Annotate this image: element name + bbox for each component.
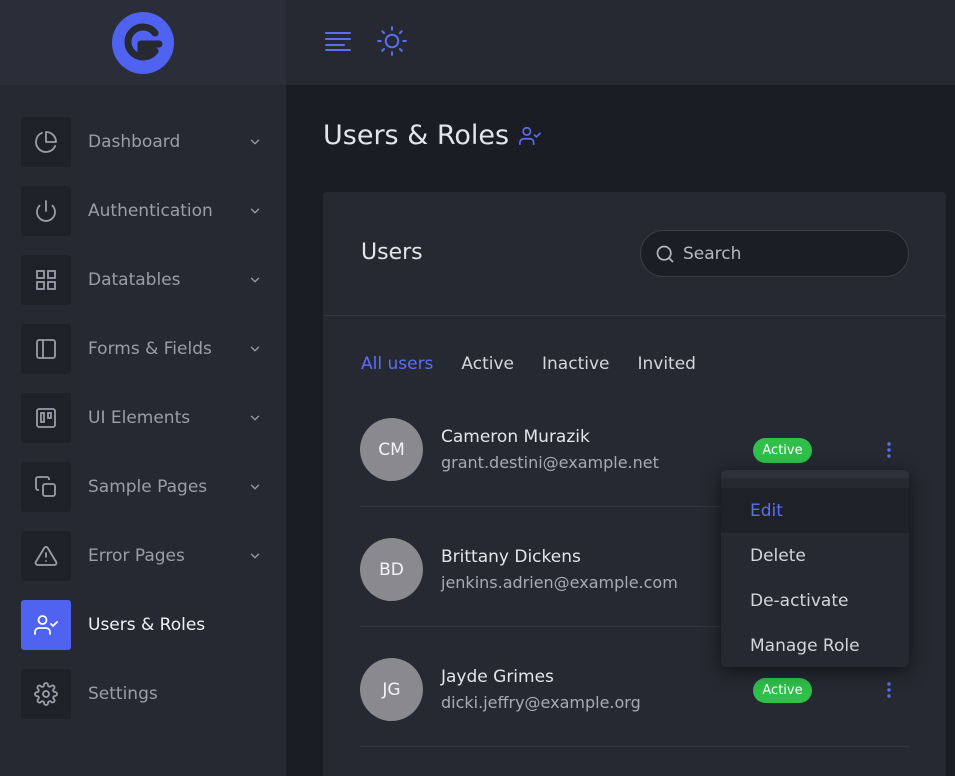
topbar — [286, 0, 955, 85]
tab-inactive[interactable]: Inactive — [542, 354, 609, 374]
sidebar-item-label: Authentication — [88, 200, 213, 221]
sidebar-item-error-pages[interactable]: Error Pages — [0, 521, 286, 590]
sidebar-item-label: Forms & Fields — [88, 338, 212, 359]
sidebar-item-settings[interactable]: Settings — [0, 659, 286, 728]
sidebar-item-label: UI Elements — [88, 407, 191, 428]
sidebar-item-label: Dashboard — [88, 131, 181, 152]
brand-logo[interactable] — [111, 11, 175, 75]
sidebar-layout-icon — [21, 323, 71, 374]
user-name: Brittany Dickens — [441, 547, 581, 567]
avatar: CM — [360, 418, 423, 481]
status-badge: Active — [753, 678, 812, 703]
menu-item-manage-role[interactable]: Manage Role — [721, 623, 909, 668]
search-input[interactable] — [683, 243, 883, 264]
user-check-icon — [21, 599, 71, 650]
card-title: Users — [361, 240, 423, 265]
sidebar-item-dashboard[interactable]: Dashboard — [0, 107, 286, 176]
menu-item-delete[interactable]: Delete — [721, 533, 909, 578]
row-action-menu: Edit Delete De-activate Manage Role — [721, 470, 909, 667]
chevron-down-icon — [248, 135, 262, 149]
tab-invited[interactable]: Invited — [637, 354, 696, 374]
search-box[interactable] — [640, 230, 909, 277]
sidebar-item-datatables[interactable]: Datatables — [0, 245, 286, 314]
sidebar-item-users-roles[interactable]: Users & Roles — [0, 590, 286, 659]
sidebar-item-label: Settings — [88, 683, 158, 704]
copy-icon — [21, 461, 71, 512]
sidebar: Dashboard Authentication Datatables Form… — [0, 0, 286, 776]
alert-triangle-icon — [21, 530, 71, 581]
user-check-icon — [519, 126, 541, 145]
sidebar-item-ui-elements[interactable]: UI Elements — [0, 383, 286, 452]
sidebar-nav: Dashboard Authentication Datatables Form… — [0, 85, 286, 728]
menu-item-deactivate[interactable]: De-activate — [721, 578, 909, 623]
menu-lines-icon[interactable] — [321, 24, 355, 58]
user-email: grant.destini@example.net — [441, 453, 659, 472]
sidebar-item-label: Sample Pages — [88, 476, 208, 497]
sidebar-item-label: Error Pages — [88, 545, 185, 566]
sun-icon[interactable] — [375, 24, 409, 58]
page-title-text: Users & Roles — [323, 120, 510, 151]
sidebar-item-forms-fields[interactable]: Forms & Fields — [0, 314, 286, 383]
more-vertical-icon[interactable] — [880, 437, 898, 463]
avatar: BD — [360, 538, 423, 601]
sidebar-item-label: Users & Roles — [88, 614, 206, 635]
sidebar-item-label: Datatables — [88, 269, 181, 290]
user-email: jenkins.adrien@example.com — [441, 573, 678, 592]
tab-all-users[interactable]: All users — [361, 354, 433, 374]
avatar: JG — [360, 658, 423, 721]
chevron-down-icon — [248, 204, 262, 218]
chevron-down-icon — [248, 549, 262, 563]
power-icon — [21, 185, 71, 236]
chevron-down-icon — [248, 411, 262, 425]
gear-icon — [21, 668, 71, 719]
status-badge: Active — [753, 438, 812, 463]
user-email: dicki.jeffry@example.org — [441, 693, 641, 712]
more-vertical-icon[interactable] — [880, 677, 898, 703]
logo-area — [0, 0, 286, 85]
page-title: Users & Roles — [323, 120, 541, 151]
user-filter-tabs: All users Active Inactive Invited — [361, 354, 696, 374]
chevron-down-icon — [248, 273, 262, 287]
grid-icon — [21, 254, 71, 305]
search-icon — [656, 245, 674, 262]
card-header: Users — [323, 192, 946, 316]
pie-chart-icon — [21, 116, 71, 167]
chevron-down-icon — [248, 480, 262, 494]
sidebar-item-sample-pages[interactable]: Sample Pages — [0, 452, 286, 521]
tab-active[interactable]: Active — [461, 354, 514, 374]
sidebar-item-authentication[interactable]: Authentication — [0, 176, 286, 245]
user-name: Jayde Grimes — [441, 667, 554, 687]
user-name: Cameron Murazik — [441, 427, 590, 447]
menu-item-edit[interactable]: Edit — [721, 488, 909, 533]
trello-icon — [21, 392, 71, 443]
chevron-down-icon — [248, 342, 262, 356]
